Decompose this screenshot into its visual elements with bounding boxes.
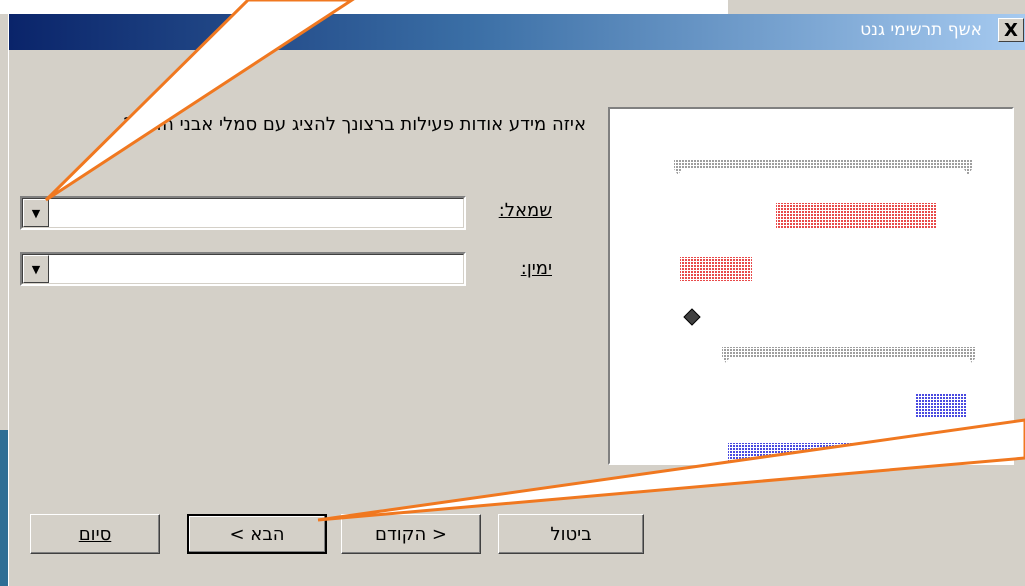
summary-bar-top (674, 159, 972, 175)
back-button-label: < הקודם (375, 523, 448, 545)
task-bar-red-1 (776, 203, 936, 229)
gantt-preview (608, 107, 1014, 465)
next-button-label: הבא > (229, 523, 285, 545)
right-combo[interactable]: ▼ (20, 252, 466, 286)
right-label-text: ימין: (520, 258, 552, 279)
diamond-icon (683, 308, 701, 326)
window-title: אשף תרשימי גנט (860, 20, 982, 40)
summary-bar-middle (722, 347, 976, 363)
left-dropdown-button[interactable]: ▼ (23, 199, 49, 227)
left-label: שמאל: (482, 200, 552, 221)
title-bar[interactable]: אשף תרשימי גנט X (9, 14, 1025, 50)
chevron-down-icon: ▼ (31, 206, 41, 220)
right-combo-field[interactable] (22, 254, 464, 284)
left-combo-field[interactable] (22, 198, 464, 228)
finish-button-label: סיום (78, 523, 112, 545)
right-label: ימין: (482, 258, 552, 279)
chevron-down-icon: ▼ (31, 262, 41, 276)
right-dropdown-button[interactable]: ▼ (23, 255, 49, 283)
back-button[interactable]: < הקודם (341, 514, 481, 554)
task-bar-red-2 (680, 257, 752, 281)
task-bar-blue-1 (916, 393, 966, 417)
close-button[interactable]: X (998, 18, 1024, 42)
background-top-right (728, 0, 1025, 14)
close-icon: X (1004, 19, 1018, 41)
next-button[interactable]: הבא > (187, 514, 327, 554)
cancel-button[interactable]: ביטול (498, 514, 644, 554)
cancel-button-label: ביטול (550, 523, 592, 545)
task-bar-blue-2 (728, 443, 878, 463)
gantt-preview-graphic (674, 159, 976, 463)
left-label-text: שמאל: (498, 200, 552, 221)
finish-button[interactable]: סיום (30, 514, 160, 554)
question-text: איזה מידע אודות פעילות ברצונך להציג עם ס… (122, 114, 586, 135)
left-combo[interactable]: ▼ (20, 196, 466, 230)
